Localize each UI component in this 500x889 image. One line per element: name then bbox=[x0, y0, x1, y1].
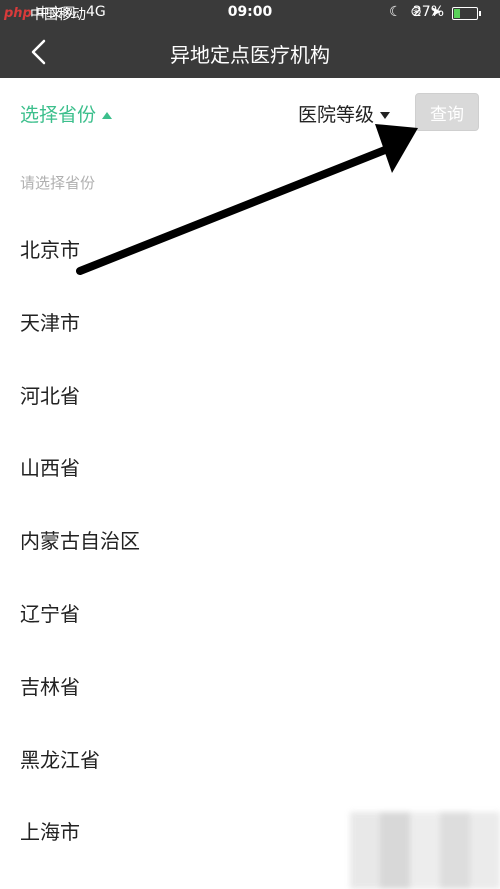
hospital-grade-label: 医院等级 bbox=[298, 104, 375, 126]
province-list: 北京市 天津市 河北省 山西省 内蒙古自治区 辽宁省 吉林省 黑龙江省 上海市 bbox=[0, 214, 500, 869]
battery-percent: 27% bbox=[412, 4, 444, 20]
watermark-text: 中文网 bbox=[36, 6, 76, 21]
province-item[interactable]: 北京市 bbox=[0, 214, 500, 287]
caret-up-icon bbox=[102, 112, 113, 119]
province-item[interactable]: 辽宁省 bbox=[0, 578, 500, 651]
filter-bar: 选择省份 医院等级 查询 bbox=[0, 78, 500, 148]
province-item[interactable]: 河北省 bbox=[0, 360, 500, 433]
hospital-grade-dropdown[interactable]: 医院等级 bbox=[298, 100, 391, 127]
watermark-brand: php bbox=[4, 6, 32, 21]
watermark-logo: php 中文网 bbox=[4, 2, 75, 21]
province-dropdown[interactable]: 选择省份 bbox=[20, 100, 113, 127]
province-item[interactable]: 天津市 bbox=[0, 287, 500, 360]
province-item[interactable]: 内蒙古自治区 bbox=[0, 505, 500, 578]
province-hint: 请选择省份 bbox=[20, 174, 96, 192]
blurred-watermark-corner bbox=[350, 812, 500, 889]
battery-icon bbox=[452, 7, 481, 20]
province-dropdown-label: 选择省份 bbox=[20, 104, 97, 126]
moon-icon: ☾ bbox=[389, 4, 404, 20]
query-button[interactable]: 查询 bbox=[415, 93, 479, 131]
caret-down-icon bbox=[380, 112, 391, 119]
nav-bar: 异地定点医疗机构 bbox=[0, 26, 500, 78]
province-item[interactable]: 山西省 bbox=[0, 432, 500, 505]
province-item[interactable]: 吉林省 bbox=[0, 651, 500, 724]
province-item[interactable]: 黑龙江省 bbox=[0, 724, 500, 797]
page-title: 异地定点医疗机构 bbox=[170, 43, 330, 67]
